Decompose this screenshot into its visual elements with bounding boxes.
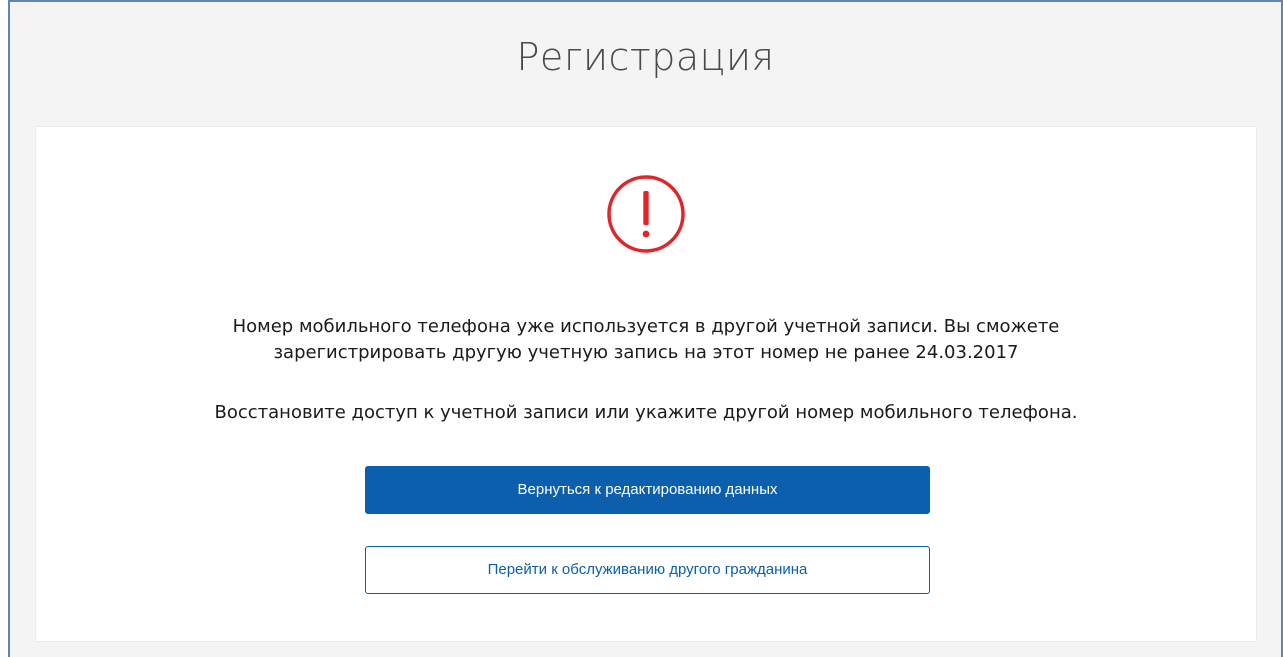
recovery-hint: Восстановите доступ к учетной записи или… xyxy=(214,402,1078,423)
back-to-edit-button[interactable]: Вернуться к редактированию данных xyxy=(365,466,930,514)
page-title: Регистрация xyxy=(516,35,775,79)
error-message: Номер мобильного телефона уже использует… xyxy=(36,314,1256,366)
exclamation-circle-icon xyxy=(607,175,685,253)
error-message-line: зарегистрировать другую учетную запись н… xyxy=(273,342,1019,363)
error-message-line: Номер мобильного телефона уже использует… xyxy=(232,316,1060,337)
page-frame: Регистрация Номер мобильного телефона уж… xyxy=(8,0,1283,657)
error-card: Номер мобильного телефона уже использует… xyxy=(35,126,1257,642)
serve-another-citizen-button[interactable]: Перейти к обслуживанию другого гражданин… xyxy=(365,546,930,594)
